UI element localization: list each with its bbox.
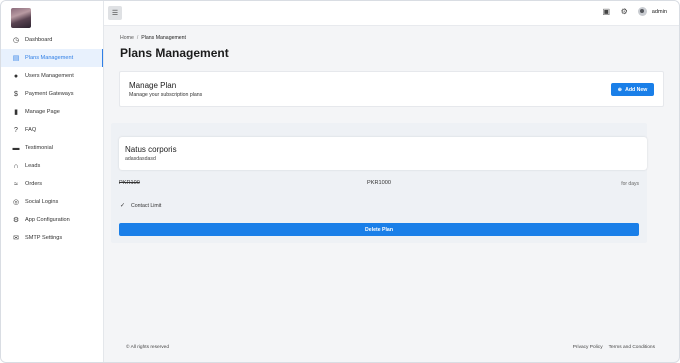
sidebar-nav: ◷ Dashboard ▤ Plans Management ● Users Manage… (1, 31, 103, 247)
sidebar-item-dashboard[interactable]: ◷ Dashboard (1, 31, 103, 49)
sidebar-item-leads[interactable]: ∩ Leads (1, 157, 103, 175)
sidebar-item-faq[interactable]: ? FAQ (1, 121, 103, 139)
sidebar-item-label: Social Logins (25, 199, 59, 205)
dashboard-icon: ◷ (12, 36, 20, 44)
gear-icon: ⚙ (12, 216, 20, 224)
footer-links: Privacy Policy Terms and Conditions (573, 345, 655, 350)
avatar[interactable] (637, 7, 647, 16)
plan-header-card: Natus corporis adasdasdasd (119, 137, 647, 170)
question-icon: ? (14, 126, 18, 134)
plan-feature-item: ✓ Contact Limit (120, 202, 162, 210)
page-title: Plans Management (120, 46, 229, 60)
book-icon: ▮ (14, 108, 18, 116)
sidebar-item-app-configuration[interactable]: ⚙ App Configuration (1, 211, 103, 229)
sidebar-item-label: App Configuration (25, 217, 70, 223)
sidebar-item-testimonial[interactable]: ▬ Testimonial (1, 139, 103, 157)
privacy-policy-link[interactable]: Privacy Policy (573, 345, 603, 350)
breadcrumb-separator: / (136, 35, 139, 41)
user-icon: ● (13, 72, 19, 80)
sidebar-item-plans-management[interactable]: ▤ Plans Management (1, 49, 103, 67)
sidebar-item-label: FAQ (25, 127, 37, 133)
add-new-label: Add New (625, 86, 648, 93)
app-window: ◷ Dashboard ▤ Plans Management ● Users Manage… (0, 0, 680, 363)
sidebar-item-users-management[interactable]: ● Users Management (1, 67, 103, 85)
globe-icon: ◎ (12, 198, 20, 206)
document-icon: ▤ (12, 54, 20, 62)
sidebar-item-social-logins[interactable]: ◎ Social Logins (1, 193, 103, 211)
plan-duration: for days (621, 181, 639, 187)
sidebar-item-label: Plans Management (25, 55, 74, 61)
breadcrumb-home[interactable]: Home (120, 35, 134, 41)
mail-icon: ✉ (13, 234, 19, 242)
manage-plan-title: Manage Plan (129, 81, 177, 90)
notes-icon[interactable]: ▣ (602, 7, 611, 16)
plan-old-price: PKR100 (119, 180, 140, 186)
sidebar-item-payment-gateways[interactable]: $ Payment Gateways (1, 85, 103, 103)
breadcrumb-current: Plans Management (141, 35, 186, 41)
sidebar-item-label: Leads (25, 163, 41, 169)
sidebar-item-label: Testimonial (25, 145, 53, 151)
sidebar-item-label: Orders (25, 181, 43, 187)
quote-icon: ▬ (12, 144, 20, 152)
breadcrumb: Home / Plans Management (120, 35, 186, 41)
plan-description: adasdasdasd (125, 156, 156, 162)
sidebar-item-label: Payment Gateways (25, 91, 74, 97)
footer-copyright: © All rights reserved (126, 345, 169, 350)
top-bar-actions: ▣ ⚙ admin (602, 7, 667, 16)
sidebar-item-label: SMTP Settings (25, 235, 63, 241)
settings-icon[interactable]: ⚙ (620, 7, 629, 16)
top-bar: ☰ ▣ ⚙ admin (104, 1, 679, 26)
manage-plan-subtitle: Manage your subscription plans (129, 92, 203, 98)
sidebar-item-orders[interactable]: ≈ Orders (1, 175, 103, 193)
plan-price: PKR1000 (367, 180, 391, 186)
delete-plan-button[interactable]: Delete Plan (119, 223, 639, 236)
orders-icon: ≈ (14, 180, 18, 188)
terms-link[interactable]: Terms and Conditions (609, 345, 655, 350)
manage-plan-card: Manage Plan Manage your subscription pla… (119, 71, 664, 107)
user-name[interactable]: admin (652, 9, 667, 15)
sidebar-item-label: Manage Page (25, 109, 60, 115)
menu-toggle-icon[interactable]: ☰ (108, 6, 122, 20)
sidebar-item-label: Users Management (25, 73, 74, 79)
add-new-button[interactable]: ⊕ Add New (611, 83, 654, 96)
check-icon: ✓ (120, 203, 126, 209)
sidebar-item-label: Dashboard (25, 37, 53, 43)
sidebar-item-manage-page[interactable]: ▮ Manage Page (1, 103, 103, 121)
sidebar: ◷ Dashboard ▤ Plans Management ● Users Manage… (1, 1, 104, 362)
sidebar-item-smtp-settings[interactable]: ✉ SMTP Settings (1, 229, 103, 247)
app-logo[interactable] (11, 8, 31, 28)
plan-feature-label: Contact Limit (131, 202, 162, 209)
plus-circle-icon: ⊕ (617, 86, 623, 93)
plan-name: Natus corporis (125, 145, 177, 154)
headset-icon: ∩ (13, 162, 19, 170)
dollar-icon: $ (14, 90, 18, 98)
plans-container: Natus corporis adasdasdasd PKR100 PKR100… (111, 123, 647, 243)
